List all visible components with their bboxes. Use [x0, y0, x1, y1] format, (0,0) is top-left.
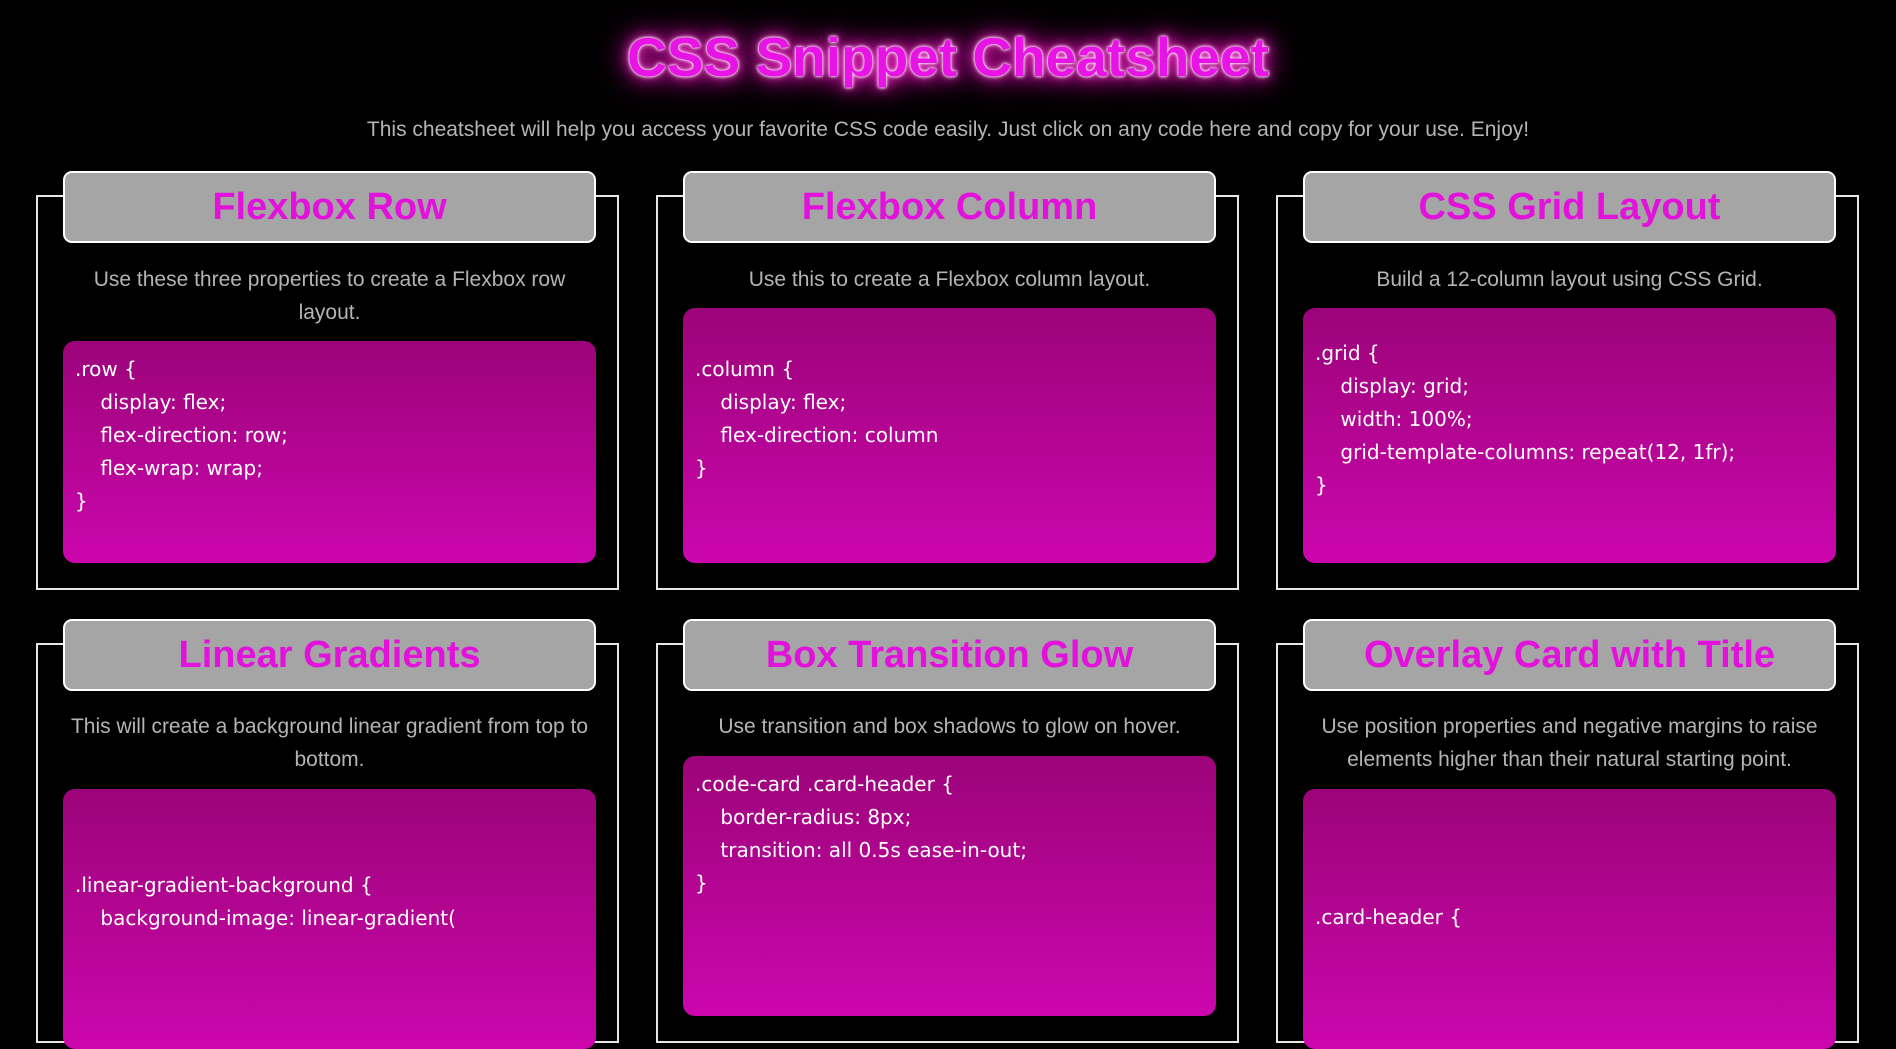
page-title: CSS Snippet Cheatsheet	[627, 26, 1269, 88]
code-snippet[interactable]: .grid { display: grid; width: 100%; grid…	[1303, 308, 1836, 563]
code-card-overlay-card-with-title: Overlay Card with Title Use position pro…	[1276, 619, 1859, 1049]
code-card-flexbox-column: Flexbox Column Use this to create a Flex…	[656, 171, 1239, 590]
code-card-flexbox-row: Flexbox Row Use these three properties t…	[36, 171, 619, 590]
code-card-css-grid-layout: CSS Grid Layout Build a 12-column layout…	[1276, 171, 1859, 590]
code-snippet[interactable]: .row { display: flex; flex-direction: ro…	[63, 341, 596, 563]
card-header[interactable]: CSS Grid Layout	[1303, 171, 1836, 243]
card-description: Use these three properties to create a F…	[93, 268, 566, 324]
page-subtitle: This cheatsheet will help you access you…	[366, 118, 1530, 141]
code-snippet[interactable]: .column { display: flex; flex-direction:…	[683, 308, 1216, 563]
card-description: Use transition and box shadows to glow o…	[718, 715, 1181, 738]
card-description: Use position properties and negative mar…	[1321, 715, 1818, 771]
card-description: This will create a background linear gra…	[70, 715, 589, 771]
card-header[interactable]: Flexbox Row	[63, 171, 596, 243]
card-header[interactable]: Overlay Card with Title	[1303, 619, 1836, 691]
card-header[interactable]: Flexbox Column	[683, 171, 1216, 243]
code-card-box-transition-glow: Box Transition Glow Use transition and b…	[656, 619, 1239, 1043]
card-description: Use this to create a Flexbox column layo…	[748, 268, 1151, 291]
code-snippet[interactable]: .card-header {	[1303, 789, 1836, 1049]
code-snippet[interactable]: .linear-gradient-background { background…	[63, 789, 596, 1049]
card-description: Build a 12-column layout using CSS Grid.	[1376, 268, 1763, 291]
card-header[interactable]: Linear Gradients	[63, 619, 596, 691]
card-header[interactable]: Box Transition Glow	[683, 619, 1216, 691]
code-card-linear-gradients: Linear Gradients This will create a back…	[36, 619, 619, 1049]
code-snippet[interactable]: .code-card .card-header { border-radius:…	[683, 756, 1216, 1016]
